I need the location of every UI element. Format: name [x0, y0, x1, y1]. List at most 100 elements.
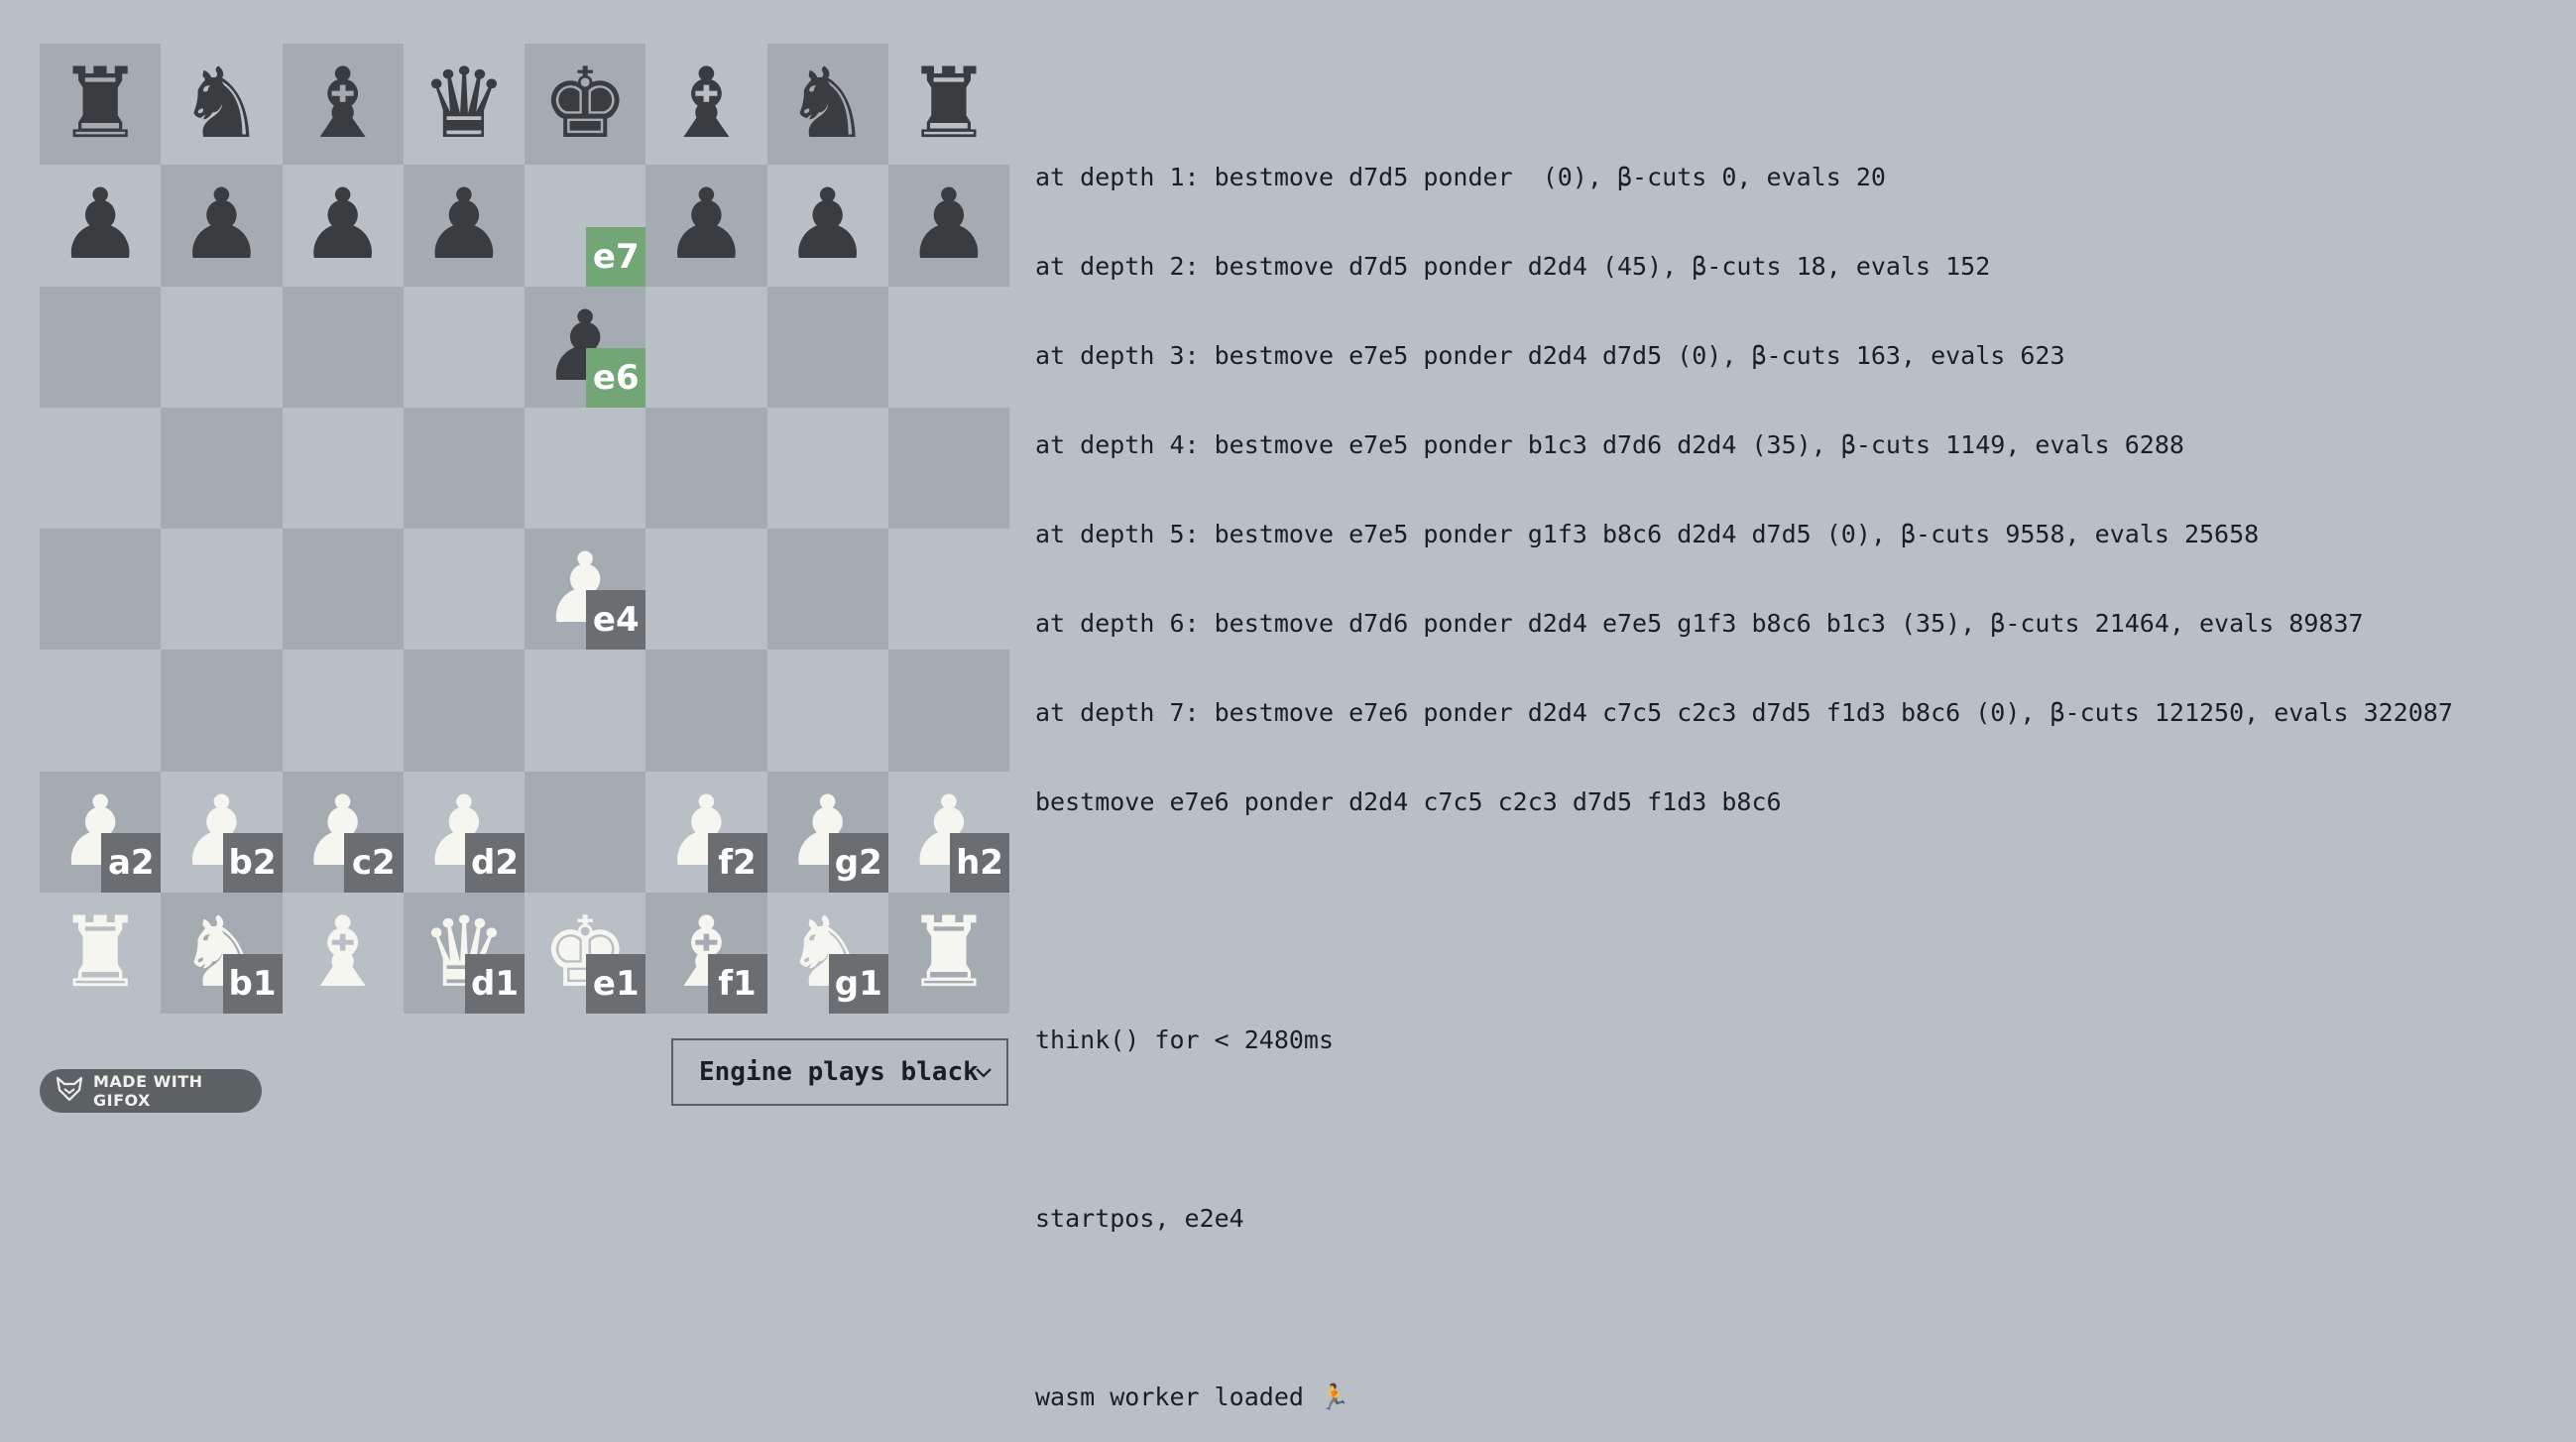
square-c5[interactable]	[282, 407, 404, 529]
square-g1[interactable]: ♞︎ g1	[766, 892, 888, 1014]
square-d1[interactable]: ♛︎ d1	[403, 892, 525, 1014]
made-with-gifox-badge[interactable]: MADE WITH GIFOX	[40, 1069, 262, 1113]
square-d5[interactable]	[403, 407, 525, 529]
square-f1[interactable]: ♝︎ f1	[645, 892, 767, 1014]
search-log-lines: at depth 1: bestmove d7d5 ponder (0), β-…	[1035, 103, 2562, 877]
square-h2[interactable]: ♟︎ h2	[887, 771, 1009, 893]
square-b6[interactable]	[161, 286, 283, 408]
fox-icon	[56, 1076, 83, 1106]
square-b3[interactable]	[161, 650, 283, 772]
square-d4[interactable]	[403, 529, 525, 651]
black-knight-icon[interactable]: ♞︎	[161, 44, 282, 165]
square-f6[interactable]	[645, 286, 767, 408]
square-a3[interactable]	[40, 650, 162, 772]
square-b8[interactable]: ♞︎	[161, 44, 283, 166]
square-a7[interactable]: ♟︎	[40, 165, 162, 287]
black-knight-icon[interactable]: ♞︎	[767, 44, 888, 165]
square-e4[interactable]: ♟︎ e4	[525, 529, 646, 651]
square-h5[interactable]	[887, 407, 1009, 529]
square-g5[interactable]	[766, 407, 888, 529]
square-b1[interactable]: ♞︎ b1	[161, 892, 283, 1014]
square-g6[interactable]	[766, 286, 888, 408]
square-e2[interactable]	[525, 771, 646, 893]
black-pawn-icon[interactable]: ♟︎	[283, 165, 404, 286]
square-c7[interactable]: ♟︎	[282, 165, 404, 287]
square-b4[interactable]	[161, 529, 283, 651]
black-pawn-icon[interactable]: ♟︎	[404, 165, 525, 286]
square-a5[interactable]	[40, 407, 162, 529]
square-e5[interactable]	[525, 407, 646, 529]
square-label: e1	[586, 954, 646, 1014]
square-b2[interactable]: ♟︎ b2	[161, 771, 283, 893]
square-f7[interactable]: ♟︎	[645, 165, 767, 287]
black-pawn-icon[interactable]: ♟︎	[161, 165, 282, 286]
log-line: at depth 3: bestmove e7e5 ponder d2d4 d7…	[1035, 341, 2065, 370]
square-h4[interactable]	[887, 529, 1009, 651]
white-rook-icon[interactable]: ♜︎	[40, 893, 161, 1014]
black-pawn-icon[interactable]: ♟︎	[888, 165, 1009, 286]
black-rook-icon[interactable]: ♜︎	[40, 44, 161, 165]
black-king-icon[interactable]: ♚︎	[525, 44, 645, 165]
square-g4[interactable]	[766, 529, 888, 651]
white-rook-icon[interactable]: ♜︎	[888, 893, 1009, 1014]
square-c1[interactable]: ♝︎	[282, 892, 404, 1014]
black-queen-icon[interactable]: ♛︎	[404, 44, 525, 165]
square-f3[interactable]	[645, 650, 767, 772]
square-a2[interactable]: ♟︎ a2	[40, 771, 162, 893]
square-d7[interactable]: ♟︎	[403, 165, 525, 287]
engine-log: at depth 1: bestmove d7d5 ponder (0), β-…	[1035, 44, 2562, 1442]
square-g3[interactable]	[766, 650, 888, 772]
log-line: at depth 5: bestmove e7e5 ponder g1f3 b8…	[1035, 520, 2260, 548]
square-f8[interactable]: ♝︎	[645, 44, 767, 166]
black-rook-icon[interactable]: ♜︎	[888, 44, 1009, 165]
square-c2[interactable]: ♟︎ c2	[282, 771, 404, 893]
square-c3[interactable]	[282, 650, 404, 772]
black-pawn-icon[interactable]: ♟︎	[767, 165, 888, 286]
square-label: e7	[586, 226, 646, 287]
square-label: d2	[465, 832, 525, 893]
square-label: g2	[828, 832, 888, 893]
square-d2[interactable]: ♟︎ d2	[403, 771, 525, 893]
square-h1[interactable]: ♜︎	[887, 892, 1009, 1014]
square-e1[interactable]: ♚︎ e1	[525, 892, 646, 1014]
square-f2[interactable]: ♟︎ f2	[645, 771, 767, 893]
square-h7[interactable]: ♟︎	[887, 165, 1009, 287]
square-b7[interactable]: ♟︎	[161, 165, 283, 287]
square-d6[interactable]	[403, 286, 525, 408]
square-h3[interactable]	[887, 650, 1009, 772]
square-d3[interactable]	[403, 650, 525, 772]
black-bishop-icon[interactable]: ♝︎	[645, 44, 766, 165]
square-h6[interactable]	[887, 286, 1009, 408]
engine-side-select[interactable]: Engine plays black	[671, 1038, 1008, 1106]
square-label: h2	[950, 832, 1009, 893]
square-g2[interactable]: ♟︎ g2	[766, 771, 888, 893]
black-bishop-icon[interactable]: ♝︎	[283, 44, 404, 165]
square-a8[interactable]: ♜︎	[40, 44, 162, 166]
square-c8[interactable]: ♝︎	[282, 44, 404, 166]
position-line: startpos, e2e4	[1035, 1204, 1244, 1233]
log-line: at depth 4: bestmove e7e5 ponder b1c3 d7…	[1035, 430, 2184, 459]
square-f5[interactable]	[645, 407, 767, 529]
square-e3[interactable]	[525, 650, 646, 772]
square-b5[interactable]	[161, 407, 283, 529]
square-h8[interactable]: ♜︎	[887, 44, 1009, 166]
square-c6[interactable]	[282, 286, 404, 408]
square-c4[interactable]	[282, 529, 404, 651]
square-g8[interactable]: ♞︎	[766, 44, 888, 166]
chess-board[interactable]: ♜︎ ♞︎ ♝︎ ♛︎ ♚︎ ♝︎ ♞︎ ♜︎ ♟︎ ♟︎ ♟︎ ♟︎ e7 ♟︎ ♟︎ ♟︎ ♟︎ e6 ♟︎ e4…	[40, 44, 1009, 1014]
square-e7[interactable]: e7	[525, 165, 646, 287]
square-d8[interactable]: ♛︎	[403, 44, 525, 166]
square-e6[interactable]: ♟︎ e6	[525, 286, 646, 408]
black-pawn-icon[interactable]: ♟︎	[40, 165, 161, 286]
square-label: e6	[586, 347, 646, 408]
square-f4[interactable]	[645, 529, 767, 651]
square-label: b1	[222, 954, 283, 1014]
square-a4[interactable]	[40, 529, 162, 651]
black-pawn-icon[interactable]: ♟︎	[645, 165, 766, 286]
square-a1[interactable]: ♜︎	[40, 892, 162, 1014]
square-g7[interactable]: ♟︎	[766, 165, 888, 287]
log-line: at depth 7: bestmove e7e6 ponder d2d4 c7…	[1035, 698, 2453, 727]
white-bishop-icon[interactable]: ♝︎	[283, 893, 404, 1014]
square-e8[interactable]: ♚︎	[525, 44, 646, 166]
square-a6[interactable]	[40, 286, 162, 408]
